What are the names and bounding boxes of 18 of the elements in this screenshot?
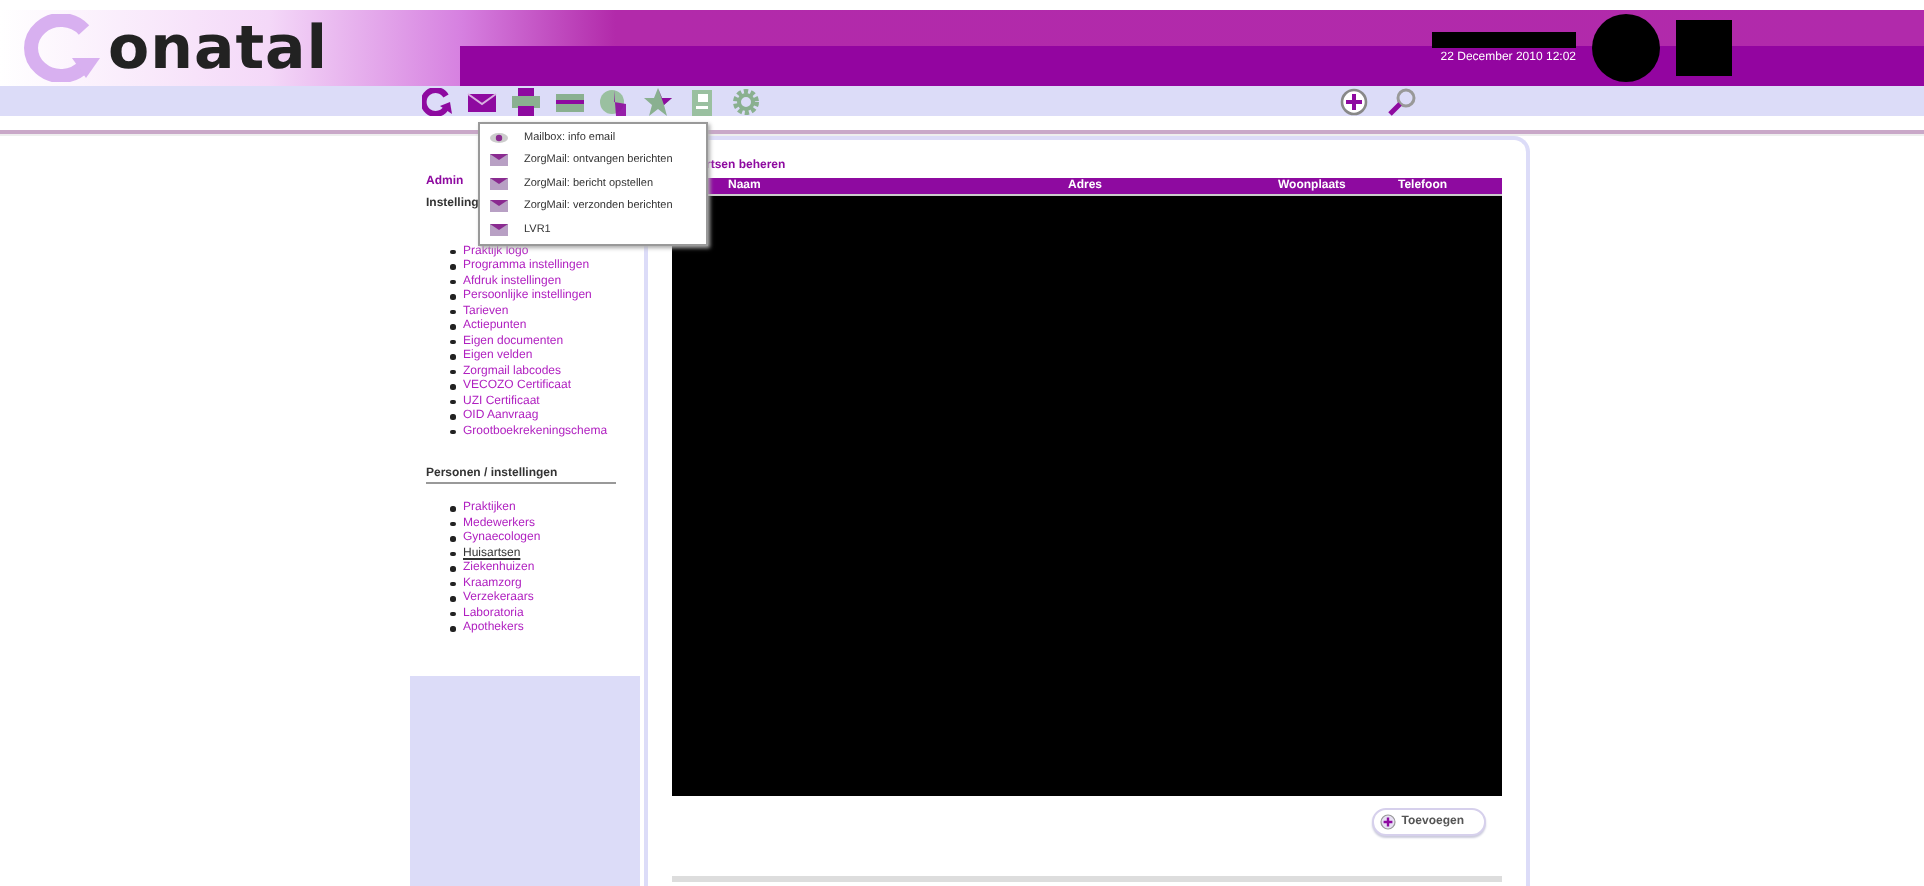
envelope-icon bbox=[490, 177, 508, 190]
star-icon[interactable] bbox=[642, 87, 674, 115]
pie-chart-icon[interactable] bbox=[598, 87, 630, 115]
refresh-icon[interactable] bbox=[422, 87, 454, 115]
add-icon bbox=[1379, 814, 1396, 830]
envelope-icon bbox=[490, 154, 508, 167]
eye-icon bbox=[490, 131, 508, 144]
printer-icon[interactable] bbox=[510, 87, 542, 115]
mail-icon[interactable] bbox=[466, 87, 498, 115]
logo-circle-arrow-icon bbox=[24, 14, 104, 82]
logo-text: onatal bbox=[108, 13, 329, 83]
search-icon[interactable] bbox=[1386, 87, 1418, 115]
envelope-icon bbox=[490, 200, 508, 213]
add-icon[interactable] bbox=[1338, 87, 1370, 115]
redacted-circle bbox=[1592, 14, 1660, 82]
envelope-icon bbox=[490, 223, 508, 236]
redacted-square bbox=[1676, 20, 1732, 76]
redacted-bar bbox=[1432, 32, 1576, 48]
